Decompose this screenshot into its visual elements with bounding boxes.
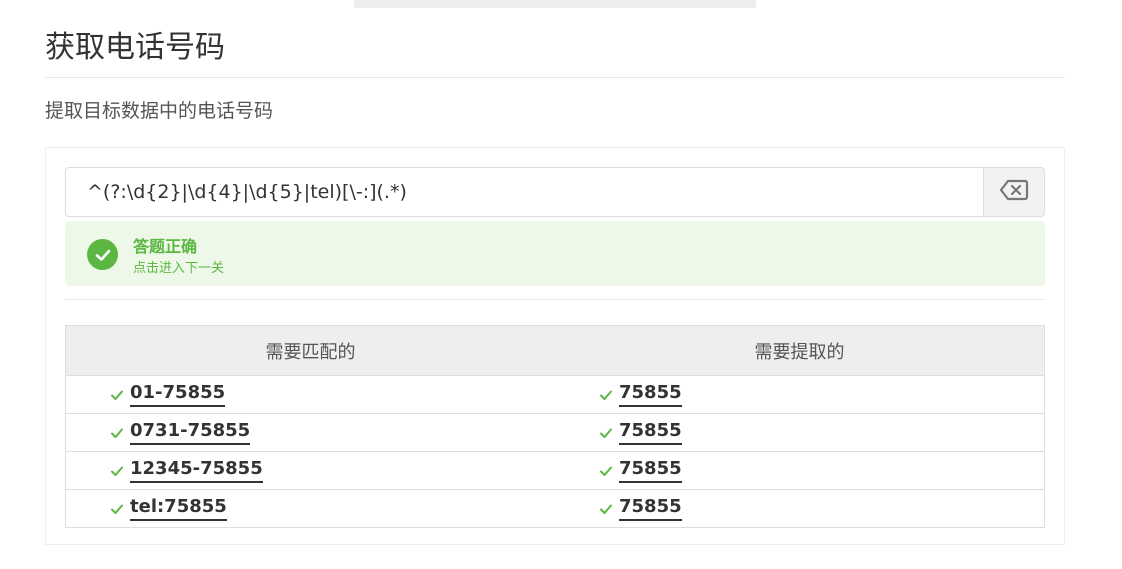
check-icon (600, 504, 612, 514)
match-value: 12345-75855 (130, 458, 263, 483)
clear-button[interactable] (983, 168, 1044, 216)
check-icon (111, 390, 123, 400)
match-cell: 0731-75855 (66, 414, 555, 451)
check-icon (600, 390, 612, 400)
extract-value: 75855 (619, 496, 682, 521)
extract-cell: 75855 (555, 376, 1044, 413)
extract-cell: 75855 (555, 452, 1044, 489)
check-icon (600, 428, 612, 438)
match-cell: 12345-75855 (66, 452, 555, 489)
extract-value: 75855 (619, 382, 682, 407)
extract-value: 75855 (619, 458, 682, 483)
check-icon (111, 466, 123, 476)
regex-input-group (65, 167, 1045, 217)
table-row: 0731-75855 75855 (66, 413, 1044, 451)
extract-cell: 75855 (555, 490, 1044, 527)
top-tab-strip (354, 0, 756, 8)
table-row: 12345-75855 75855 (66, 451, 1044, 489)
title-divider (45, 77, 1065, 78)
match-cell: 01-75855 (66, 376, 555, 413)
alert-title: 答题正确 (133, 237, 198, 256)
header-extract: 需要提取的 (754, 341, 845, 363)
page-title: 获取电话号码 (45, 30, 225, 65)
next-level-link[interactable]: 点击进入下一关 (133, 257, 224, 276)
match-cell: tel:75855 (66, 490, 555, 527)
extract-cell: 75855 (555, 414, 1044, 451)
header-match: 需要匹配的 (265, 341, 356, 363)
table-row: 01-75855 75855 (66, 375, 1044, 413)
card-divider (65, 299, 1045, 300)
match-value: 0731-75855 (130, 420, 251, 445)
backspace-icon (999, 179, 1029, 205)
check-icon (111, 504, 123, 514)
check-icon (600, 466, 612, 476)
check-icon (111, 428, 123, 438)
check-circle-icon (87, 239, 118, 270)
extract-value: 75855 (619, 420, 682, 445)
result-table: 需要匹配的 需要提取的 01-75855 75855 0731-75855 75… (65, 325, 1045, 528)
challenge-card: 答题正确 点击进入下一关 需要匹配的 需要提取的 01-75855 75855 … (45, 147, 1065, 545)
regex-input[interactable] (66, 168, 985, 216)
match-value: tel:75855 (130, 496, 227, 521)
table-header: 需要匹配的 需要提取的 (66, 326, 1044, 375)
page-description: 提取目标数据中的电话号码 (45, 100, 274, 122)
table-row: tel:75855 75855 (66, 489, 1044, 527)
success-alert[interactable]: 答题正确 点击进入下一关 (65, 221, 1045, 286)
match-value: 01-75855 (130, 382, 226, 407)
